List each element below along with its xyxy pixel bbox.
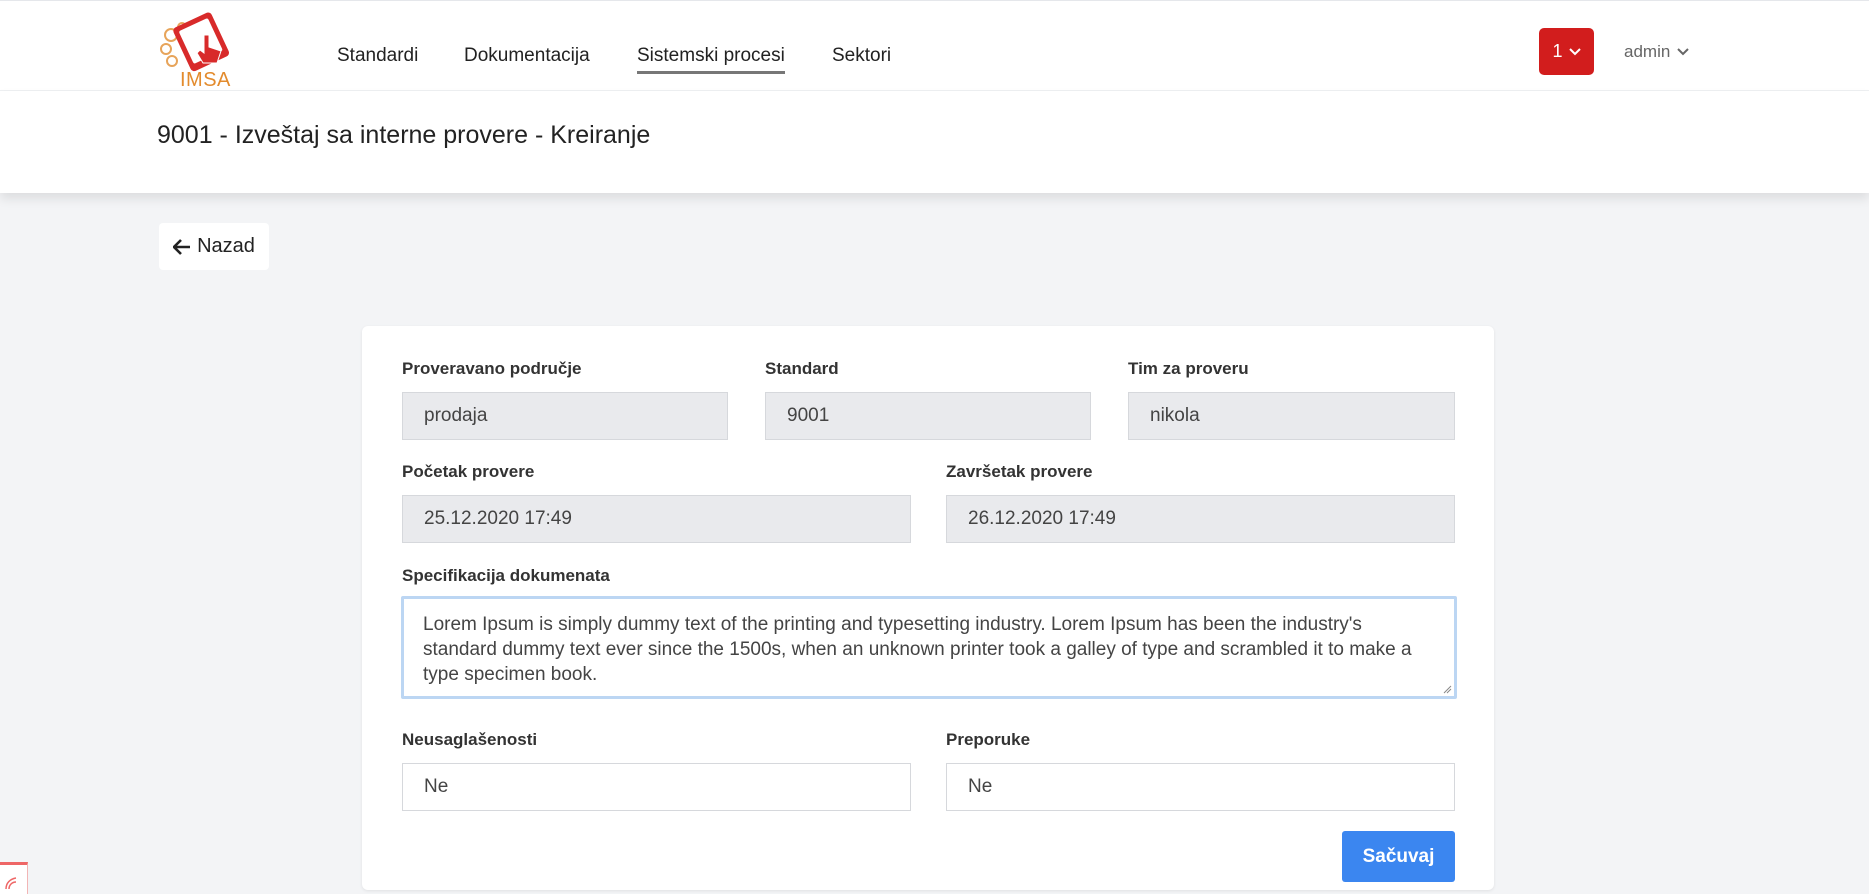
nav-item-dokumentacija[interactable]: Dokumentacija [464,45,590,67]
resize-handle-icon[interactable] [1442,684,1452,694]
debug-icon [5,877,17,890]
back-button-label: Nazad [197,235,255,257]
tim-za-proveru-field[interactable]: nikola [1128,392,1455,440]
logo[interactable]: IMSA [158,5,258,92]
proveravano-podrucje-field[interactable]: prodaja [402,392,728,440]
nav-item-standardi[interactable]: Standardi [337,45,418,67]
specifikacija-textarea[interactable]: Lorem Ipsum is simply dummy text of the … [401,596,1457,699]
preporuke-label: Preporuke [946,730,1031,749]
standard-field[interactable]: 9001 [765,392,1091,440]
nav-item-sistemski-procesi[interactable]: Sistemski procesi [637,45,785,74]
user-menu[interactable]: admin [1624,42,1690,62]
neusaglasenosti-select[interactable]: Ne [402,763,911,811]
user-name: admin [1624,42,1671,61]
nav-item-sektori[interactable]: Sektori [832,45,891,67]
top-navbar: IMSA Standardi Dokumentacija Sistemski p… [0,0,1869,91]
page-header: 9001 - Izveštaj sa interne provere - Kre… [0,91,1869,193]
chevron-down-icon [1568,47,1581,55]
preporuke-select[interactable]: Ne [946,763,1455,811]
save-button[interactable]: Sačuvaj [1342,831,1455,882]
notification-button[interactable]: 1 [1539,28,1594,75]
chevron-down-icon [1677,48,1690,56]
standard-label: Standard [765,359,839,378]
audit-report-form: Proveravano područje prodaja Standard 90… [362,326,1494,890]
debug-toolbar-icon[interactable] [0,862,28,894]
arrow-left-icon [173,238,191,255]
page-title: 9001 - Izveštaj sa interne provere - Kre… [157,121,651,149]
notification-count: 1 [1552,41,1563,61]
specifikacija-text: Lorem Ipsum is simply dummy text of the … [423,614,1412,685]
logo-text: IMSA [180,69,231,91]
zavrsetak-provere-field[interactable]: 26.12.2020 17:49 [946,495,1455,543]
back-button[interactable]: Nazad [159,223,269,270]
pocetak-provere-field[interactable]: 25.12.2020 17:49 [402,495,911,543]
zavrsetak-provere-label: Završetak provere [946,462,1093,481]
tim-za-proveru-label: Tim za proveru [1128,359,1249,378]
proveravano-podrucje-label: Proveravano područje [402,359,582,378]
pocetak-provere-label: Početak provere [402,462,535,481]
specifikacija-label: Specifikacija dokumenata [402,566,610,585]
neusaglasenosti-label: Neusaglašenosti [402,730,538,749]
